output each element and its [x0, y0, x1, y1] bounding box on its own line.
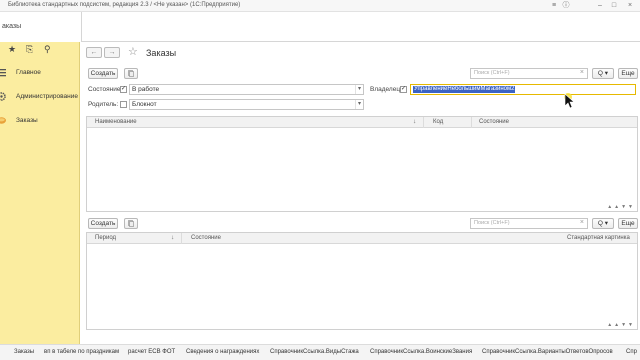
main-content: ← → ☆ Заказы Создать Поиск (Ctrl+F) × Q …	[80, 42, 640, 344]
favorites-star-icon[interactable]: ★	[8, 44, 16, 55]
scroll-arrows-icon[interactable]: ▲▲▼▼	[607, 322, 635, 328]
table-header: Период ↓ Состояние Стандартная картинка	[87, 233, 637, 244]
column-header-picture[interactable]: Стандартная картинка	[567, 235, 630, 241]
orders-icon	[0, 117, 6, 124]
favorite-star-icon[interactable]: ☆	[128, 45, 138, 58]
scroll-arrows-icon[interactable]: ▲▲▼▼	[607, 204, 635, 210]
sidebar-item-main[interactable]: Главное	[0, 64, 80, 82]
history-icon[interactable]: ⎘	[26, 44, 33, 55]
parent-filter-value: Блокнот	[132, 101, 157, 108]
column-header-name[interactable]: Наименование	[95, 119, 137, 125]
orders-table[interactable]: Наименование ↓ Код Состояние ▲▲▼▼	[86, 116, 638, 212]
owner-filter-value: УправлениеНебольшимМагазином2	[413, 86, 516, 93]
clear-icon[interactable]: ×	[580, 219, 584, 226]
gear-icon	[0, 92, 6, 101]
search-icon[interactable]: ⚲	[44, 44, 51, 55]
create-button-2[interactable]: Создать	[88, 218, 118, 229]
sidebar-item-label: Главное	[16, 69, 41, 76]
copy-button-2[interactable]	[124, 218, 138, 229]
column-header-state[interactable]: Состояние	[479, 119, 509, 125]
parent-filter-label: Родитель:	[88, 101, 119, 108]
state-filter-value: В работе	[132, 86, 160, 93]
back-button[interactable]: ←	[86, 47, 102, 58]
open-window-link[interactable]: Заказы	[14, 349, 34, 355]
history-table[interactable]: Период ↓ Состояние Стандартная картинка …	[86, 232, 638, 330]
page-title: Заказы	[146, 48, 177, 58]
search-input-2[interactable]: Поиск (Ctrl+F) ×	[470, 218, 588, 229]
tab-strip: аказы	[0, 12, 640, 42]
state-filter-label: Состояние:	[88, 86, 123, 93]
owner-filter-checkbox[interactable]: ✓	[400, 86, 407, 93]
sidebar-item-orders[interactable]: Заказы	[0, 112, 80, 130]
open-windows-bar: Заказы вп в табеле по праздникам расчет …	[0, 344, 640, 360]
menu-lines-icon	[0, 69, 6, 77]
create-button[interactable]: Создать	[88, 68, 118, 79]
chevron-down-icon[interactable]: ▾	[355, 85, 363, 94]
maximize-icon[interactable]: □	[608, 1, 620, 11]
owner-filter-field[interactable]: УправлениеНебольшимМагазином2	[410, 84, 636, 95]
search-button-label: Q	[597, 70, 603, 77]
column-header-period[interactable]: Период	[95, 235, 116, 241]
copy-icon	[128, 220, 134, 227]
open-window-link[interactable]: СправочникСсылка.ВоинскиеЗвания	[370, 349, 472, 355]
parent-filter-checkbox[interactable]	[120, 101, 127, 108]
search-button-label: Q	[597, 220, 603, 227]
table-header: Наименование ↓ Код Состояние	[87, 117, 637, 128]
search-button[interactable]: Q ▾	[592, 68, 614, 79]
open-window-link[interactable]: СправочникСсылка.ВариантыОтветовОпросов	[482, 349, 613, 355]
parent-filter-field[interactable]: Блокнот ▾	[129, 99, 364, 110]
minimize-icon[interactable]: –	[594, 1, 606, 11]
sidebar-toolbar: ★ ⎘ ⚲	[0, 42, 80, 58]
more-button-2[interactable]: Еще	[618, 218, 638, 229]
search-placeholder: Поиск (Ctrl+F)	[474, 220, 510, 226]
sort-down-icon: ↓	[171, 234, 175, 241]
copy-icon	[128, 70, 134, 77]
tab-label: аказы	[2, 23, 22, 30]
clear-icon[interactable]: ×	[580, 69, 584, 76]
search-input[interactable]: Поиск (Ctrl+F) ×	[470, 68, 588, 79]
info-icon[interactable]: ⓘ	[560, 1, 572, 11]
sidebar-item-admin[interactable]: Администрирование	[0, 88, 80, 106]
open-window-link[interactable]: вп в табеле по праздникам	[44, 349, 119, 355]
sort-down-icon: ↓	[413, 118, 417, 125]
open-window-link[interactable]: расчет ЕСВ ФОТ	[128, 349, 175, 355]
tab-orders[interactable]: аказы	[0, 12, 82, 42]
column-divider	[471, 117, 472, 128]
chevron-down-icon[interactable]: ▾	[355, 100, 363, 109]
sidebar: ★ ⎘ ⚲ Главное Администрирование Заказы	[0, 42, 80, 344]
sidebar-item-label: Заказы	[16, 117, 38, 124]
search-button-2[interactable]: Q ▾	[592, 218, 614, 229]
owner-filter-label: Владелец:	[370, 86, 402, 93]
state-filter-checkbox[interactable]: ✓	[120, 86, 127, 93]
column-header-state[interactable]: Состояние	[191, 235, 221, 241]
open-window-link[interactable]: Сведения о награждениях	[186, 349, 259, 355]
menu-icon[interactable]: ≡	[548, 1, 560, 11]
open-window-link[interactable]: Спр	[626, 349, 637, 355]
column-divider	[181, 233, 182, 244]
forward-button[interactable]: →	[104, 47, 120, 58]
column-divider	[423, 117, 424, 128]
mouse-cursor-icon	[564, 93, 574, 109]
search-placeholder: Поиск (Ctrl+F)	[474, 70, 510, 76]
window-title: Библиотека стандартных подсистем, редакц…	[8, 2, 241, 8]
copy-button[interactable]	[124, 68, 138, 79]
close-icon[interactable]: ×	[624, 1, 636, 11]
sidebar-item-label: Администрирование	[16, 93, 78, 100]
open-window-link[interactable]: СправочникСсылка.ВидыСтажа	[270, 349, 359, 355]
column-header-code[interactable]: Код	[433, 119, 443, 125]
state-filter-field[interactable]: В работе ▾	[129, 84, 364, 95]
more-button[interactable]: Еще	[618, 68, 638, 79]
window-titlebar: Библиотека стандартных подсистем, редакц…	[0, 0, 640, 12]
